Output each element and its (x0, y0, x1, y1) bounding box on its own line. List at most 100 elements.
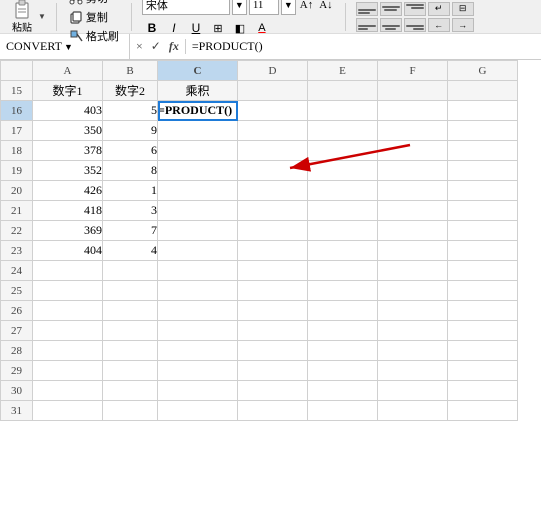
cell-a-18[interactable]: 378 (33, 141, 103, 161)
cell-g-28[interactable] (448, 341, 518, 361)
cell-d-24[interactable] (238, 261, 308, 281)
cell-c-19[interactable] (158, 161, 238, 181)
cell-e-18[interactable] (308, 141, 378, 161)
cell-g-22[interactable] (448, 221, 518, 241)
indent-decrease-btn[interactable]: ← (428, 18, 450, 32)
cell-a-16[interactable]: 403 (33, 101, 103, 121)
cell-b-18[interactable]: 6 (103, 141, 158, 161)
cell-e-15[interactable] (308, 81, 378, 101)
cell-e-19[interactable] (308, 161, 378, 181)
col-header-f[interactable]: F (378, 61, 448, 81)
fx-button[interactable]: fx (167, 39, 181, 54)
cell-g-17[interactable] (448, 121, 518, 141)
italic-button[interactable]: I (164, 18, 184, 38)
cell-a-31[interactable] (33, 401, 103, 421)
cell-e-30[interactable] (308, 381, 378, 401)
cell-f-17[interactable] (378, 121, 448, 141)
cell-b-24[interactable] (103, 261, 158, 281)
cell-b-23[interactable]: 4 (103, 241, 158, 261)
cell-b-21[interactable]: 3 (103, 201, 158, 221)
font-increase-btn[interactable]: A↑ (298, 0, 315, 11)
cell-g-31[interactable] (448, 401, 518, 421)
cell-a-22[interactable]: 369 (33, 221, 103, 241)
cell-a-28[interactable] (33, 341, 103, 361)
copy-button[interactable]: 复制 (67, 8, 121, 26)
font-size-dropdown[interactable]: ▼ (281, 0, 296, 15)
cell-c-26[interactable] (158, 301, 238, 321)
cell-a-30[interactable] (33, 381, 103, 401)
cell-a-15[interactable]: 数字1 (33, 81, 103, 101)
font-decrease-btn[interactable]: A↓ (317, 0, 334, 11)
cell-e-23[interactable] (308, 241, 378, 261)
cell-c-24[interactable] (158, 261, 238, 281)
cell-c-18[interactable] (158, 141, 238, 161)
cell-c-30[interactable] (158, 381, 238, 401)
cell-f-26[interactable] (378, 301, 448, 321)
confirm-button[interactable]: ✓ (149, 39, 163, 54)
cell-g-19[interactable] (448, 161, 518, 181)
cell-c-21[interactable] (158, 201, 238, 221)
cell-f-16[interactable] (378, 101, 448, 121)
cell-a-27[interactable] (33, 321, 103, 341)
cell-e-27[interactable] (308, 321, 378, 341)
cell-d-20[interactable] (238, 181, 308, 201)
paste-button[interactable]: 粘贴 (8, 0, 36, 35)
name-box[interactable]: CONVERT ▼ (0, 34, 130, 59)
cell-d-25[interactable] (238, 281, 308, 301)
cell-g-15[interactable] (448, 81, 518, 101)
cell-a-26[interactable] (33, 301, 103, 321)
cell-f-21[interactable] (378, 201, 448, 221)
cell-d-29[interactable] (238, 361, 308, 381)
align-top-right-btn[interactable] (404, 2, 426, 16)
cell-f-30[interactable] (378, 381, 448, 401)
cell-c-27[interactable] (158, 321, 238, 341)
cell-f-23[interactable] (378, 241, 448, 261)
cell-f-29[interactable] (378, 361, 448, 381)
cell-e-31[interactable] (308, 401, 378, 421)
cell-c-20[interactable] (158, 181, 238, 201)
cancel-button[interactable]: × (134, 39, 145, 54)
font-size-input[interactable] (249, 0, 279, 15)
merge-btn[interactable]: ⊟ (452, 2, 474, 16)
cell-c-29[interactable] (158, 361, 238, 381)
cell-a-25[interactable] (33, 281, 103, 301)
align-bottom-right-btn[interactable] (404, 18, 426, 32)
cell-b-31[interactable] (103, 401, 158, 421)
cell-e-17[interactable] (308, 121, 378, 141)
cell-b-20[interactable]: 1 (103, 181, 158, 201)
cell-a-24[interactable] (33, 261, 103, 281)
cell-c-28[interactable] (158, 341, 238, 361)
col-header-d[interactable]: D (238, 61, 308, 81)
cell-d-26[interactable] (238, 301, 308, 321)
cell-b-22[interactable]: 7 (103, 221, 158, 241)
col-header-b[interactable]: B (103, 61, 158, 81)
cell-c-16[interactable]: =PRODUCT() (158, 101, 238, 121)
cell-b-15[interactable]: 数字2 (103, 81, 158, 101)
cut-button[interactable]: 剪切 (67, 0, 121, 7)
cell-b-30[interactable] (103, 381, 158, 401)
cell-d-18[interactable] (238, 141, 308, 161)
cell-d-28[interactable] (238, 341, 308, 361)
font-name-input[interactable] (142, 0, 230, 15)
cell-a-29[interactable] (33, 361, 103, 381)
indent-increase-btn[interactable]: → (452, 18, 474, 32)
cell-e-22[interactable] (308, 221, 378, 241)
cell-e-24[interactable] (308, 261, 378, 281)
cell-e-29[interactable] (308, 361, 378, 381)
cell-f-25[interactable] (378, 281, 448, 301)
cell-c-23[interactable] (158, 241, 238, 261)
cell-d-31[interactable] (238, 401, 308, 421)
cell-g-30[interactable] (448, 381, 518, 401)
cell-b-28[interactable] (103, 341, 158, 361)
cell-d-22[interactable] (238, 221, 308, 241)
cell-g-24[interactable] (448, 261, 518, 281)
cell-a-17[interactable]: 350 (33, 121, 103, 141)
cell-c-25[interactable] (158, 281, 238, 301)
cell-e-20[interactable] (308, 181, 378, 201)
cell-f-27[interactable] (378, 321, 448, 341)
cell-g-23[interactable] (448, 241, 518, 261)
cell-e-16[interactable] (308, 101, 378, 121)
cell-d-23[interactable] (238, 241, 308, 261)
cell-g-27[interactable] (448, 321, 518, 341)
cell-g-26[interactable] (448, 301, 518, 321)
